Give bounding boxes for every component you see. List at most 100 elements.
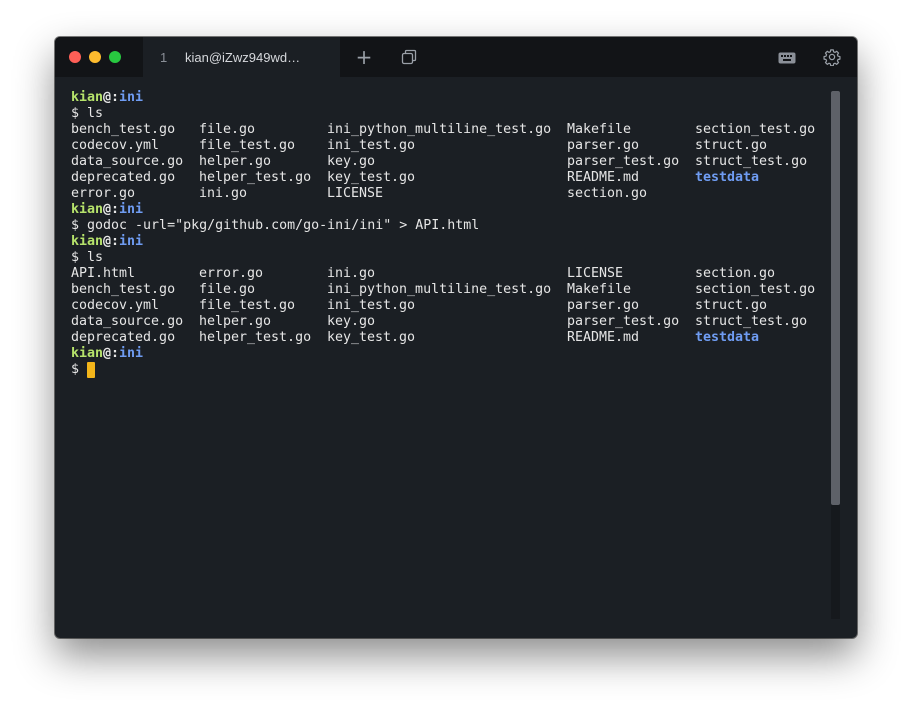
command-line: $ godoc -url="pkg/github.com/go-ini/ini"… xyxy=(71,218,480,233)
listing-row: bench_test.go file.go ini_python_multiline… xyxy=(71,282,831,298)
file-entry: ini_test.go xyxy=(327,298,416,313)
file-entry: section_test.go xyxy=(695,282,816,297)
prompt-directory: ini xyxy=(119,346,144,361)
prompt-user: kian xyxy=(71,202,104,217)
command-line: $ ls xyxy=(71,250,104,265)
prompt-user: kian xyxy=(71,346,104,361)
file-entry: parser.go xyxy=(567,298,640,313)
file-entry: ini_test.go xyxy=(327,138,416,153)
title-bar: 1 kian@iZwz949wd… + xyxy=(55,37,857,77)
listing-row: deprecated.go helper_test.go key_test.go RE… xyxy=(71,330,831,346)
listing-row: deprecated.go helper_test.go key_test.go RE… xyxy=(71,170,831,186)
file-entry: codecov.yml xyxy=(71,298,160,313)
file-entry: helper.go xyxy=(199,314,272,329)
file-entry: ini_python_multiline_test.go xyxy=(327,122,552,137)
file-entry: codecov.yml xyxy=(71,138,160,153)
keyboard-button[interactable] xyxy=(778,51,796,64)
file-entry: parser.go xyxy=(567,138,640,153)
prompt-line: kian@:ini xyxy=(71,234,831,250)
file-entry: key_test.go xyxy=(327,330,416,345)
file-entry: struct_test.go xyxy=(695,314,808,329)
file-listing-2: API.html error.go ini.go LICENSE section.go b… xyxy=(71,266,831,346)
file-entry: helper_test.go xyxy=(199,330,312,345)
file-entry: key_test.go xyxy=(327,170,416,185)
file-entry: API.html xyxy=(71,266,136,281)
file-entry: file.go xyxy=(199,282,256,297)
prompt-separator: @: xyxy=(103,346,120,361)
current-prompt: $ xyxy=(71,362,88,377)
tab-index: 1 xyxy=(160,49,168,65)
file-entry: helper_test.go xyxy=(199,170,312,185)
file-entry: parser_test.go xyxy=(567,154,680,169)
listing-row: data_source.go helper.go key.go parser_test… xyxy=(71,154,831,170)
close-window-button[interactable] xyxy=(69,51,81,63)
prompt-directory: ini xyxy=(119,234,144,249)
file-entry: struct.go xyxy=(695,298,768,313)
prompt-user: kian xyxy=(71,90,104,105)
terminal-window: 1 kian@iZwz949wd… + kian@:ini $ ls bench… xyxy=(55,37,857,638)
listing-row: API.html error.go ini.go LICENSE section.go xyxy=(71,266,831,282)
text-cursor xyxy=(87,362,96,378)
prompt-directory: ini xyxy=(119,202,144,217)
minimize-window-button[interactable] xyxy=(89,51,101,63)
file-entry: section_test.go xyxy=(695,122,816,137)
input-line[interactable]: $ xyxy=(71,362,831,378)
command-line: $ ls xyxy=(71,106,104,121)
prompt-separator: @: xyxy=(103,234,120,249)
file-entry: file_test.go xyxy=(199,138,296,153)
prompt-separator: @: xyxy=(103,202,120,217)
tab-title: kian@iZwz949wd… xyxy=(185,49,301,65)
file-entry: ini_python_multiline_test.go xyxy=(327,282,552,297)
plus-icon: + xyxy=(355,45,373,69)
file-entry: file.go xyxy=(199,122,256,137)
listing-row: data_source.go helper.go key.go parser_test… xyxy=(71,314,831,330)
terminal-output[interactable]: kian@:ini $ ls bench_test.go file.go ini_p… xyxy=(71,90,831,378)
file-entry: file_test.go xyxy=(199,298,296,313)
scrollbar-thumb[interactable] xyxy=(831,91,840,505)
new-tab-button[interactable]: + xyxy=(354,47,374,67)
file-entry: bench_test.go xyxy=(71,282,176,297)
file-entry: Makefile xyxy=(567,122,632,137)
settings-button[interactable] xyxy=(823,48,841,67)
listing-row: error.go ini.go LICENSE section.go xyxy=(71,186,831,202)
file-entry: helper.go xyxy=(199,154,272,169)
file-entry: key.go xyxy=(327,154,376,169)
maximize-window-button[interactable] xyxy=(109,51,121,63)
file-listing-1: bench_test.go file.go ini_python_multiline… xyxy=(71,122,831,202)
prompt-line: kian@:ini xyxy=(71,202,831,218)
file-entry: data_source.go xyxy=(71,314,184,329)
file-entry: deprecated.go xyxy=(71,170,176,185)
file-entry: bench_test.go xyxy=(71,122,176,137)
file-entry: LICENSE xyxy=(567,266,624,281)
file-entry: section.go xyxy=(567,186,648,201)
keyboard-icon xyxy=(778,52,796,64)
file-entry: README.md xyxy=(567,170,640,185)
tabs-overview-icon xyxy=(401,49,417,65)
tabs-overview-button[interactable] xyxy=(401,49,417,65)
file-entry: deprecated.go xyxy=(71,330,176,345)
listing-row: codecov.yml file_test.go ini_test.go parser… xyxy=(71,298,831,314)
file-entry: key.go xyxy=(327,314,376,329)
prompt-directory: ini xyxy=(119,90,144,105)
prompt-separator: @: xyxy=(103,90,120,105)
listing-row: codecov.yml file_test.go ini_test.go parser… xyxy=(71,138,831,154)
file-entry: README.md xyxy=(567,330,640,345)
gear-icon xyxy=(823,49,841,67)
file-entry: data_source.go xyxy=(71,154,184,169)
file-entry: error.go xyxy=(71,186,136,201)
file-entry: ini.go xyxy=(199,186,248,201)
file-entry: struct.go xyxy=(695,138,768,153)
file-entry: parser_test.go xyxy=(567,314,680,329)
prompt-line: kian@:ini xyxy=(71,90,831,106)
prompt-user: kian xyxy=(71,234,104,249)
prompt-line: kian@:ini xyxy=(71,346,831,362)
directory-entry: testdata xyxy=(695,170,760,185)
file-entry: section.go xyxy=(695,266,776,281)
file-entry: ini.go xyxy=(327,266,376,281)
directory-entry: testdata xyxy=(695,330,760,345)
tab-session-1[interactable]: 1 kian@iZwz949wd… xyxy=(143,37,340,77)
file-entry: struct_test.go xyxy=(695,154,808,169)
listing-row: bench_test.go file.go ini_python_multiline… xyxy=(71,122,831,138)
file-entry: LICENSE xyxy=(327,186,384,201)
file-entry: error.go xyxy=(199,266,264,281)
